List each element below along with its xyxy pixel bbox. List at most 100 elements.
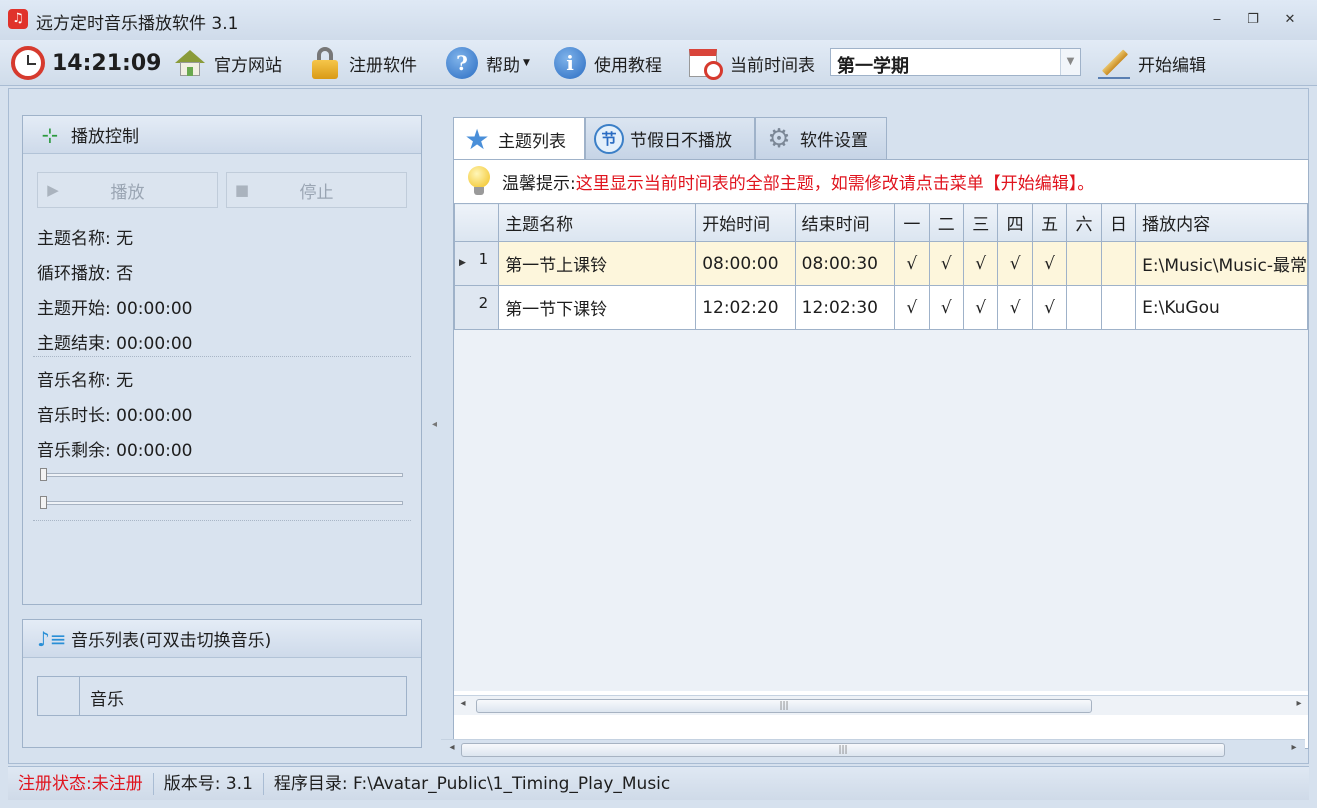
register-button[interactable]: 注册软件 [307,44,417,82]
tip-bar: 温馨提示: 这里显示当前时间表的全部主题，如需修改请点击菜单【开始编辑】。 [454,160,1308,202]
tab-holiday[interactable]: 节 节假日不播放 [585,117,755,159]
registration-status: 注册状态:未注册 [8,772,154,795]
schedule-select-value: 第一学期 [837,56,909,77]
day-cell[interactable]: √ [928,241,964,286]
day-cell[interactable] [1066,285,1102,330]
day-cell[interactable]: √ [962,241,999,286]
close-button[interactable]: ✕ [1279,10,1301,30]
playback-panel-header: ⊹ 播放控制 [23,116,421,154]
splitter-handle[interactable]: ◂ [432,419,437,430]
day-cell[interactable]: √ [997,241,1033,286]
tab-settings[interactable]: ⚙ 软件设置 [755,117,887,159]
progress-slider-thumb[interactable] [40,468,47,481]
corner-header [454,203,500,242]
theme-table: 主题名称 开始时间 结束时间 一 二 三 四 五 六 日 播放内容 ▶ 1 第一… [454,203,1308,330]
version-info: 版本号: 3.1 [154,772,264,795]
column-header[interactable]: 播放内容 [1135,203,1308,242]
schedule-label-group: 当前时间表 [688,44,815,82]
day-cell[interactable]: √ [997,285,1033,330]
row-number[interactable]: 2 [454,285,500,330]
scroll-left-icon[interactable]: ◂ [456,698,470,709]
scroll-left-icon[interactable]: ◂ [445,742,459,753]
theme-end-label: 主题结束: [37,334,111,354]
column-header[interactable]: 四 [997,203,1033,242]
day-cell[interactable]: √ [894,285,930,330]
theme-name-cell[interactable]: 第一节下课铃 [498,285,697,330]
theme-end-row: 主题结束: 00:00:00 [37,329,193,354]
day-cell[interactable]: √ [894,241,930,286]
tutorial-label: 使用教程 [594,55,662,76]
table-header-row: 主题名称 开始时间 结束时间 一 二 三 四 五 六 日 播放内容 [454,203,1308,242]
column-header[interactable]: 开始时间 [695,203,796,242]
table-row[interactable]: ▶ 1 第一节上课铃 08:00:00 08:00:30 √ √ √ √ √ E:… [454,241,1308,286]
start-time-cell[interactable]: 08:00:00 [695,241,796,286]
tab-theme-list[interactable]: ★ 主题列表 [453,117,585,161]
theme-start-value: 00:00:00 [116,299,193,319]
music-list-panel: ♪≡ 音乐列表(可双击切换音乐) 音乐 [22,619,422,748]
volume-slider[interactable] [40,496,403,509]
end-time-cell[interactable]: 08:00:30 [794,241,896,286]
music-list-table[interactable]: 音乐 [37,676,407,716]
holiday-icon: 节 [594,123,624,154]
day-cell[interactable]: √ [1031,241,1068,286]
column-header[interactable]: 三 [962,203,999,242]
volume-slider-thumb[interactable] [40,496,47,509]
column-header[interactable]: 五 [1031,203,1068,242]
chevron-down-icon[interactable]: ▼ [1060,49,1080,75]
music-list-title: 音乐列表(可双击切换音乐) [71,631,272,651]
clock-time: 14:21:09 [52,50,162,76]
toolbar: 14:21:09 官方网站 注册软件 ? 帮助 ▼ i 使用教程 当前时间表 开… [0,40,1317,86]
playback-panel-title: 播放控制 [71,127,139,147]
minimize-button[interactable]: ‒ [1206,10,1228,30]
play-button[interactable]: ▶ 播放 [37,172,218,208]
column-header[interactable]: 二 [928,203,964,242]
column-header[interactable]: 主题名称 [498,203,697,242]
calendar-clock-icon [689,46,723,80]
scrollbar-thumb[interactable]: ||| [461,743,1225,757]
theme-list-panel: 温馨提示: 这里显示当前时间表的全部主题，如需修改请点击菜单【开始编辑】。 主题… [453,159,1309,749]
stop-button[interactable]: ■ 停止 [226,172,407,208]
column-header[interactable]: 结束时间 [794,203,896,242]
music-length-row: 音乐时长: 00:00:00 [37,401,193,426]
help-button[interactable]: ? 帮助 ▼ [444,44,530,82]
play-content-cell[interactable]: E:\Music\Music-最常 [1135,241,1308,286]
day-cell[interactable]: √ [928,285,964,330]
table-row[interactable]: 2 第一节下课铃 12:02:20 12:02:30 √ √ √ √ √ E:\… [454,285,1308,330]
help-label: 帮助 [486,55,520,76]
playback-panel: ⊹ 播放控制 ▶ 播放 ■ 停止 主题名称: 无 循环播放: 否 主题开始: 0… [22,115,422,605]
theme-name-label: 主题名称: [37,229,111,249]
schedule-select[interactable]: 第一学期 ▼ [830,48,1081,77]
start-time-cell[interactable]: 12:02:20 [695,285,796,330]
music-length-value: 00:00:00 [116,406,193,426]
progress-slider[interactable] [40,468,403,481]
column-header[interactable]: 六 [1066,203,1102,242]
day-cell[interactable] [1066,241,1102,286]
end-time-cell[interactable]: 12:02:30 [794,285,896,330]
music-list-icon: ♪≡ [37,626,67,651]
current-row-arrow-icon: ▶ [459,258,466,268]
day-cell[interactable]: √ [1031,285,1068,330]
scroll-right-icon[interactable]: ▸ [1292,698,1306,709]
day-cell[interactable]: √ [962,285,999,330]
theme-name-cell[interactable]: 第一节上课铃 [498,241,697,286]
music-note-icon: ♫ [8,9,28,29]
website-button[interactable]: 官方网站 [172,44,282,82]
register-label: 注册软件 [349,55,417,76]
table-horizontal-scrollbar[interactable]: ◂ ||| ▸ [454,695,1308,715]
row-number[interactable]: ▶ 1 [454,241,500,286]
panel-horizontal-scrollbar[interactable]: ◂ ||| ▸ [441,739,1305,759]
day-cell[interactable] [1100,285,1137,330]
day-cell[interactable] [1100,241,1137,286]
column-header[interactable]: 一 [894,203,930,242]
scrollbar-thumb[interactable]: ||| [476,699,1092,713]
tab-theme-list-label: 主题列表 [498,132,566,152]
tab-settings-label: 软件设置 [800,131,868,151]
column-header[interactable]: 日 [1100,203,1137,242]
start-edit-button[interactable]: 开始编辑 [1096,44,1206,82]
restore-button[interactable]: ❐ [1242,10,1264,30]
scroll-right-icon[interactable]: ▸ [1287,742,1301,753]
play-content-cell[interactable]: E:\KuGou [1135,285,1308,330]
tutorial-button[interactable]: i 使用教程 [552,44,662,82]
main-area: ⊹ 播放控制 ▶ 播放 ■ 停止 主题名称: 无 循环播放: 否 主题开始: 0… [8,88,1309,764]
tab-holiday-label: 节假日不播放 [630,131,732,151]
